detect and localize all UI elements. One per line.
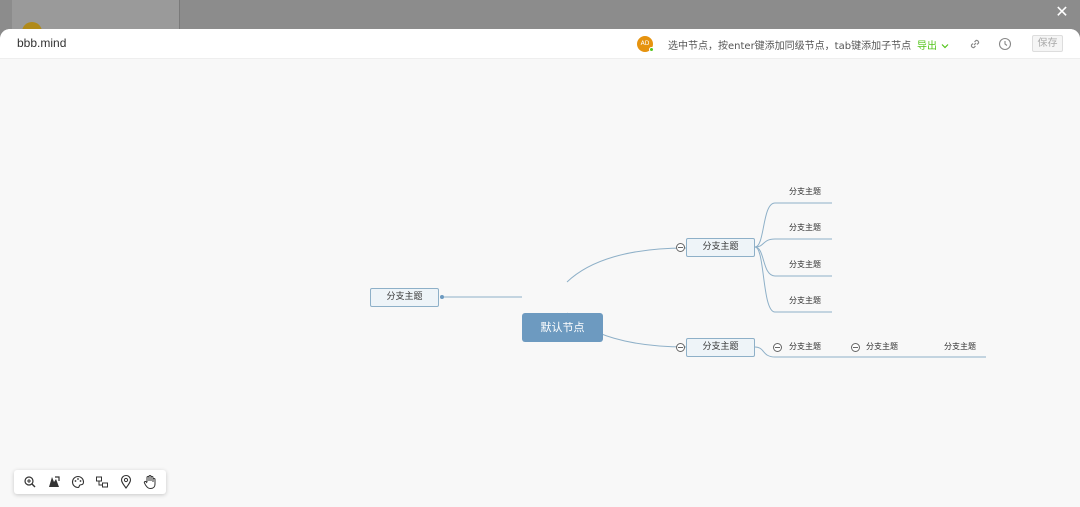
node-label: 分支主题 bbox=[702, 242, 739, 252]
root-node[interactable]: 默认节点 bbox=[522, 313, 603, 342]
export-button[interactable]: 导出 bbox=[917, 37, 949, 52]
right-branch-top-node[interactable]: 分支主题 bbox=[686, 238, 755, 257]
right-branch-bottom-node[interactable]: 分支主题 bbox=[686, 338, 755, 357]
online-status-dot bbox=[649, 47, 654, 52]
node-label: 分支主题 bbox=[386, 292, 423, 302]
map-icon[interactable] bbox=[46, 474, 62, 490]
keyboard-hint: 选中节点，按enter键添加同级节点，tab键添加子节点 bbox=[668, 41, 912, 52]
user-avatar[interactable]: AD bbox=[637, 36, 654, 52]
chain-node-2[interactable]: 分支主题 bbox=[866, 341, 898, 352]
canvas-toolbar bbox=[14, 470, 166, 494]
close-icon[interactable]: ✕ bbox=[1054, 4, 1070, 20]
child-node-2[interactable]: 分支主题 bbox=[789, 222, 821, 233]
structure-icon[interactable] bbox=[94, 474, 110, 490]
left-branch-node[interactable]: 分支主题 bbox=[370, 288, 439, 307]
collapse-toggle[interactable] bbox=[773, 343, 782, 352]
collapse-toggle[interactable] bbox=[851, 343, 860, 352]
mindmap-canvas[interactable]: 分支主题 默认节点 分支主题 分支主题 分支主题 分支主题 分支主题 分支主题 … bbox=[0, 60, 1080, 507]
hand-icon[interactable] bbox=[142, 474, 158, 490]
theme-icon[interactable] bbox=[70, 474, 86, 490]
zoom-in-icon[interactable] bbox=[22, 474, 38, 490]
export-label: 导出 bbox=[917, 41, 937, 52]
avatar-initials: AD bbox=[640, 40, 650, 47]
save-button[interactable]: 保存 bbox=[1032, 35, 1063, 52]
link-icon[interactable] bbox=[968, 37, 982, 51]
background-overlay bbox=[0, 0, 1080, 36]
collapse-toggle[interactable] bbox=[676, 343, 685, 352]
file-title: bbb.mind bbox=[17, 36, 67, 50]
chevron-down-icon bbox=[941, 44, 949, 49]
child-node-1[interactable]: 分支主题 bbox=[789, 186, 821, 197]
child-node-4[interactable]: 分支主题 bbox=[789, 295, 821, 306]
connector-lines bbox=[440, 202, 986, 358]
chain-node-1[interactable]: 分支主题 bbox=[789, 341, 821, 352]
modal-header: bbb.mind AD 选中节点，按enter键添加同级节点，tab键添加子节点… bbox=[0, 29, 1080, 59]
collapse-toggle[interactable] bbox=[676, 243, 685, 252]
chain-node-3[interactable]: 分支主题 bbox=[944, 341, 976, 352]
node-label: 分支主题 bbox=[702, 342, 739, 352]
location-icon[interactable] bbox=[118, 474, 134, 490]
history-icon[interactable] bbox=[998, 37, 1012, 51]
child-node-3[interactable]: 分支主题 bbox=[789, 259, 821, 270]
mindmap-modal: bbb.mind AD 选中节点，按enter键添加同级节点，tab键添加子节点… bbox=[0, 29, 1080, 507]
